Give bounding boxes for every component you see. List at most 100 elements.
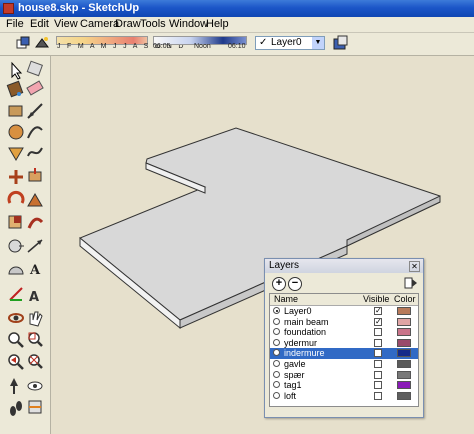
active-layer-radio[interactable] [273,381,280,389]
layer-row[interactable]: foundation [270,327,418,338]
text-tool-icon[interactable]: A [29,263,41,278]
layer-manager-icon[interactable] [333,35,349,51]
active-layer-radio[interactable] [273,360,280,367]
circle-tool-icon[interactable] [8,124,24,140]
layer-visible-checkbox[interactable] [374,338,382,347]
menu-camera[interactable]: Camera [80,18,119,30]
tape-measure-icon[interactable] [8,239,24,253]
push-pull-tool-icon[interactable] [28,168,42,182]
menu-file[interactable]: File [6,18,24,30]
menu-view[interactable]: View [54,18,78,30]
zoom-window-icon[interactable] [28,332,43,347]
menu-draw[interactable]: Draw [115,18,141,30]
close-icon[interactable]: ✕ [409,261,420,272]
pan-tool-icon[interactable] [29,311,43,327]
layer-visible-checkbox[interactable] [374,391,382,400]
shadows-toggle-icon[interactable] [34,35,50,51]
active-layer-radio[interactable] [273,391,280,399]
axes-tool-icon[interactable] [9,287,23,301]
layer-name[interactable]: spær [284,370,305,380]
delete-layer-button[interactable]: − [288,277,302,291]
paint-bucket-icon[interactable] [6,80,24,98]
layer-row[interactable]: loft [270,391,418,402]
layer-name[interactable]: ydermur [284,338,317,348]
layer-color-swatch[interactable] [397,328,411,337]
layer-name[interactable]: Layer0 [284,306,312,316]
freehand-tool-icon[interactable] [27,147,43,157]
menu-window[interactable]: Window [169,18,208,30]
layer-visible-checkbox[interactable]: ✓ [374,317,382,326]
zoom-tool-icon[interactable] [8,332,24,348]
window-title: house8.skp - SketchUp [18,2,140,14]
offset-tool-icon[interactable] [27,217,44,229]
layer-color-swatch[interactable] [397,317,411,326]
line-tool-icon[interactable] [27,103,43,119]
layer-row[interactable]: Layer0 ✓ [270,306,418,317]
layer-row[interactable]: gavle [270,359,418,370]
layer-visible-checkbox[interactable] [374,328,382,337]
layer-name[interactable]: tag1 [284,380,302,390]
menu-edit[interactable]: Edit [30,18,49,30]
previous-view-icon[interactable] [8,354,24,370]
column-visible-header[interactable]: Visible [363,294,389,305]
add-layer-button[interactable]: + [272,277,286,291]
protractor-icon[interactable] [8,266,24,275]
look-around-icon[interactable] [27,381,43,391]
menu-help[interactable]: Help [206,18,229,30]
arc-tool-icon[interactable] [27,126,43,139]
layer-color-swatch[interactable] [397,360,411,368]
menu-tools[interactable]: Tools [140,18,166,30]
active-layer-radio[interactable] [273,307,280,314]
position-camera-icon[interactable] [10,378,18,394]
rotate-tool-icon[interactable] [7,190,25,204]
shadow-settings-icon[interactable] [15,35,31,51]
layer-visible-checkbox[interactable] [374,381,382,390]
move-tool-icon[interactable] [9,170,23,184]
layer-color-swatch[interactable] [397,370,411,379]
rectangle-tool-icon[interactable] [8,105,23,117]
select-tool-icon[interactable] [11,61,23,80]
layer-name[interactable]: foundation [284,327,326,337]
layer-dropdown[interactable]: ✓ Layer0 ▼ [255,36,325,50]
active-layer-radio[interactable] [273,349,280,357]
active-layer-radio[interactable] [273,317,280,325]
column-color-header[interactable]: Color [394,294,416,305]
layer-visible-checkbox[interactable] [374,370,382,379]
layer-name[interactable]: loft [284,391,296,401]
zoom-extents-icon[interactable] [28,354,43,369]
orbit-tool-icon[interactable] [8,313,24,323]
layer-color-swatch[interactable] [397,349,411,358]
tool-palette: A A [0,56,51,434]
layer-row[interactable]: tag1 [270,380,418,391]
section-plane-icon[interactable] [28,400,42,414]
layer-name[interactable]: indermure [284,348,325,358]
column-name-header[interactable]: Name [274,294,298,305]
layer-visible-checkbox[interactable] [374,349,382,358]
walk-tool-icon[interactable] [10,401,22,416]
layer-name[interactable]: gavle [284,359,306,369]
layer-visible-checkbox[interactable] [374,360,382,368]
polygon-tool-icon[interactable] [8,147,24,161]
dimension-tool-icon[interactable] [27,239,43,253]
active-layer-radio[interactable] [273,370,280,378]
layer-row[interactable]: spær [270,370,418,381]
layer-color-swatch[interactable] [397,391,411,400]
chevron-down-icon[interactable]: ▼ [312,37,324,49]
layer-row[interactable]: ydermur [270,338,418,349]
layer-color-swatch[interactable] [397,381,411,390]
active-layer-radio[interactable] [273,328,280,336]
3d-text-tool-icon[interactable]: A [29,290,39,305]
layers-panel-titlebar[interactable]: Layers ✕ [265,259,423,273]
layer-row[interactable]: main beam ✓ [270,317,418,328]
eraser-icon[interactable] [26,80,44,96]
layer-visible-checkbox[interactable]: ✓ [374,307,382,315]
details-arrow-icon[interactable] [404,276,418,290]
layer-color-swatch[interactable] [397,307,411,315]
make-component-icon[interactable] [26,60,43,77]
scale-tool-icon[interactable] [8,215,22,229]
active-layer-radio[interactable] [273,338,280,346]
layer-row[interactable]: indermure [270,348,418,359]
layer-name[interactable]: main beam [284,317,329,327]
layer-color-swatch[interactable] [397,338,411,347]
follow-me-tool-icon[interactable] [27,193,43,207]
